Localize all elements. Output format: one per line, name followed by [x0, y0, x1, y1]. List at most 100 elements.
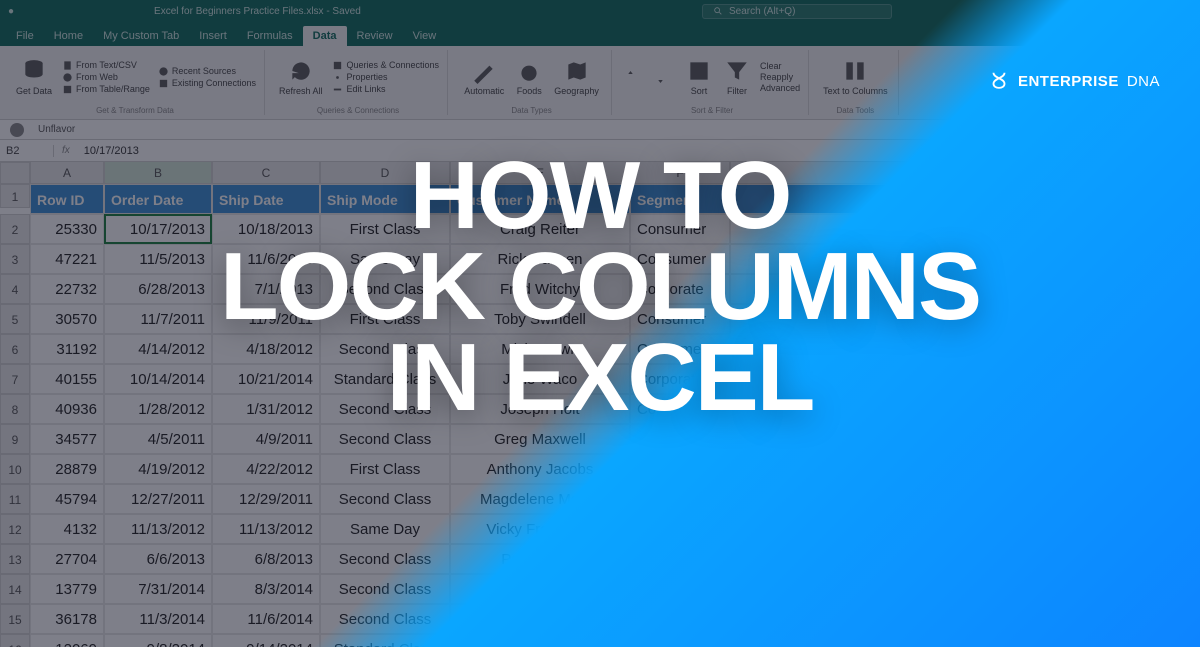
table-header[interactable]: Customer Name	[450, 184, 630, 214]
cell[interactable]: 11/13/2012	[104, 514, 212, 544]
row-header-3[interactable]: 3	[0, 244, 30, 274]
table-header[interactable]: Row ID	[30, 184, 104, 214]
cell[interactable]: Thomas Boland	[450, 604, 630, 634]
cell[interactable]: 40936	[30, 394, 104, 424]
search-box[interactable]: Search (Alt+Q)	[702, 4, 892, 19]
cell[interactable]: Corporate	[630, 604, 730, 634]
from-text-csv[interactable]: From Text/CSV	[62, 60, 150, 71]
cell-blank[interactable]	[730, 244, 1200, 274]
table-header[interactable]: Segment	[630, 184, 730, 214]
cell-blank[interactable]	[730, 304, 1200, 334]
data-type-foods[interactable]: Foods	[514, 56, 544, 98]
tab-formulas[interactable]: Formulas	[237, 26, 303, 46]
cell[interactable]: 45794	[30, 484, 104, 514]
worksheet[interactable]: ABCDEF1Row IDOrder DateShip DateShip Mod…	[0, 162, 1200, 647]
cell-blank[interactable]	[730, 574, 1200, 604]
cell[interactable]: Second Class	[320, 334, 450, 364]
cell[interactable]: Consumer	[630, 334, 730, 364]
cell[interactable]: Second Class	[320, 274, 450, 304]
name-box[interactable]: B2	[0, 145, 54, 157]
data-type-automatic[interactable]: Automatic	[462, 56, 506, 98]
cell[interactable]: 4/19/2012	[104, 454, 212, 484]
column-header-F[interactable]: F	[630, 162, 730, 184]
cell[interactable]: Corporate	[630, 454, 730, 484]
queries-connections[interactable]: Queries & Connections	[332, 60, 439, 71]
cell[interactable]: Patrick Jones	[450, 634, 630, 647]
cell[interactable]: Second Class	[320, 604, 450, 634]
row-header-16[interactable]: 16	[0, 634, 30, 647]
tab-view[interactable]: View	[403, 26, 447, 46]
cell-blank[interactable]	[730, 484, 1200, 514]
table-header[interactable]: Ship Mode	[320, 184, 450, 214]
cell[interactable]: 11/6/2013	[212, 244, 320, 274]
row-header-11[interactable]: 11	[0, 484, 30, 514]
row-header-1[interactable]: 1	[0, 184, 30, 208]
cell[interactable]: First Class	[320, 214, 450, 244]
cell-blank[interactable]	[730, 544, 1200, 574]
cell[interactable]: Consumer	[630, 304, 730, 334]
formula-input[interactable]: 10/17/2013	[78, 145, 145, 157]
cell[interactable]: 12/29/2011	[212, 484, 320, 514]
cell[interactable]: 25330	[30, 214, 104, 244]
autosave-toggle[interactable]: ●	[8, 6, 14, 17]
fx-label[interactable]: fx	[54, 145, 78, 156]
row-header-2[interactable]: 2	[0, 214, 30, 244]
cell[interactable]: 7/31/2014	[104, 574, 212, 604]
cell[interactable]: 11/6/2014	[212, 604, 320, 634]
cell[interactable]: 11/3/2014	[104, 604, 212, 634]
cell[interactable]: 36178	[30, 604, 104, 634]
cell-blank[interactable]	[730, 394, 1200, 424]
cell[interactable]: 4/9/2011	[212, 424, 320, 454]
cell[interactable]: Corporate	[630, 424, 730, 454]
cell[interactable]: Second Class	[320, 484, 450, 514]
cell[interactable]: 28879	[30, 454, 104, 484]
cell[interactable]: 8/3/2014	[212, 574, 320, 604]
cell[interactable]: 13779	[30, 574, 104, 604]
cell-blank[interactable]	[730, 214, 1200, 244]
cell[interactable]: Same Day	[320, 244, 450, 274]
select-all-corner[interactable]	[0, 162, 30, 184]
cell[interactable]: 27704	[30, 544, 104, 574]
cell[interactable]: Craig Reiter	[450, 214, 630, 244]
column-header-C[interactable]: C	[212, 162, 320, 184]
cell[interactable]: Fred Witchy	[450, 274, 630, 304]
cell[interactable]: 4/22/2012	[212, 454, 320, 484]
cell[interactable]: Joseph Holt	[450, 394, 630, 424]
column-header-A[interactable]: A	[30, 162, 104, 184]
clear-filter[interactable]: Clear	[760, 61, 800, 71]
table-header-blank[interactable]	[730, 184, 1200, 214]
cell[interactable]: First Class	[320, 454, 450, 484]
from-web[interactable]: From Web	[62, 72, 150, 83]
reapply-filter[interactable]: Reapply	[760, 72, 800, 82]
cell[interactable]: Corporate	[630, 364, 730, 394]
row-header-9[interactable]: 9	[0, 424, 30, 454]
edit-links[interactable]: Edit Links	[332, 84, 439, 95]
cell[interactable]: Greg Maxwell	[450, 424, 630, 454]
cell[interactable]: 22732	[30, 274, 104, 304]
refresh-all-button[interactable]: Refresh All	[277, 56, 325, 98]
cell[interactable]: Consumer	[630, 484, 730, 514]
table-header[interactable]: Ship Date	[212, 184, 320, 214]
cell[interactable]: 10/21/2014	[212, 364, 320, 394]
cell[interactable]: Vicky Freymann	[450, 514, 630, 544]
cell[interactable]: 10/14/2014	[104, 364, 212, 394]
cell[interactable]: Consumer	[630, 244, 730, 274]
cell[interactable]: 11/5/2013	[104, 244, 212, 274]
cell[interactable]: Home Office	[630, 514, 730, 544]
row-header-8[interactable]: 8	[0, 394, 30, 424]
cell[interactable]: Anthony Jacobs	[450, 454, 630, 484]
cell[interactable]: Corporate	[630, 274, 730, 304]
recent-sources[interactable]: Recent Sources	[158, 66, 256, 77]
cell[interactable]: 30570	[30, 304, 104, 334]
tab-file[interactable]: File	[6, 26, 44, 46]
cell-blank[interactable]	[730, 274, 1200, 304]
tab-insert[interactable]: Insert	[189, 26, 237, 46]
cell[interactable]: 7/1/2013	[212, 274, 320, 304]
from-table-range[interactable]: From Table/Range	[62, 84, 150, 95]
row-header-7[interactable]: 7	[0, 364, 30, 394]
data-type-geography[interactable]: Geography	[552, 56, 601, 98]
cell-blank[interactable]	[730, 364, 1200, 394]
cell[interactable]: 11/13/2012	[212, 514, 320, 544]
cell[interactable]: Peter Fuller	[450, 544, 630, 574]
cell[interactable]: Second Class	[320, 574, 450, 604]
